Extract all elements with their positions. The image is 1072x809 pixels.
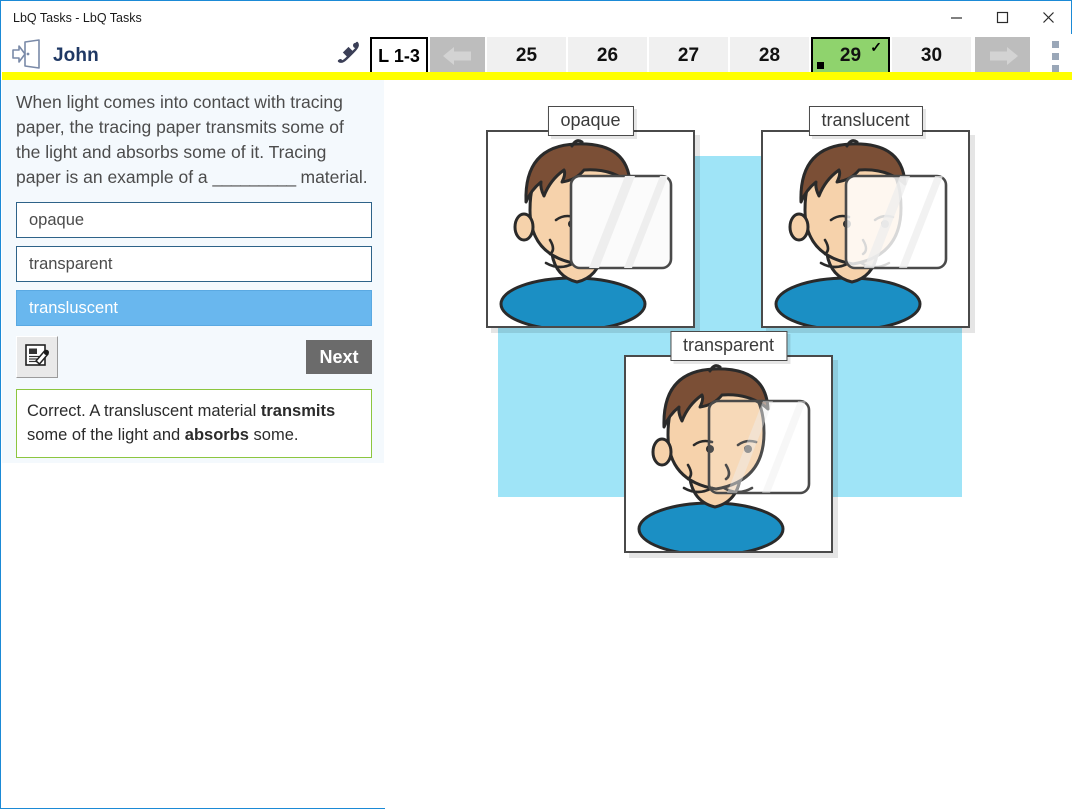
answer-option-label: transparent: [29, 255, 112, 274]
question-tab-25[interactable]: 25: [487, 37, 566, 75]
question-tab-26[interactable]: 26: [568, 37, 647, 75]
notepad-button[interactable]: [16, 336, 58, 378]
answer-option-label: transluscent: [29, 299, 118, 318]
answer-option-transluscent[interactable]: transluscent: [16, 290, 372, 326]
feedback-message: Correct. A transluscent material transmi…: [16, 389, 372, 458]
kebab-dot-icon: [1052, 41, 1059, 48]
app-window: LbQ Tasks - LbQ Tasks John: [0, 0, 1072, 809]
opaque-figure: [488, 132, 693, 326]
user-zone: John: [2, 38, 328, 75]
card-label-translucent: translucent: [808, 106, 922, 136]
question-tab-30[interactable]: 30: [892, 37, 971, 75]
title-bar: LbQ Tasks - LbQ Tasks: [1, 1, 1071, 34]
card-label-transparent: transparent: [670, 331, 787, 361]
question-tab-27[interactable]: 27: [649, 37, 728, 75]
next-button[interactable]: Next: [306, 340, 372, 374]
nav-back-button[interactable]: [430, 37, 485, 75]
action-row: Next: [16, 336, 372, 378]
notepad-pencil-icon: [23, 341, 51, 374]
feedback-mid: some of the light and: [27, 426, 185, 444]
exit-door-icon[interactable]: [10, 38, 44, 75]
transparent-figure: [626, 357, 831, 551]
question-text: When light comes into contact with traci…: [16, 90, 368, 190]
user-name: John: [53, 45, 99, 67]
card-label-opaque: opaque: [547, 106, 633, 136]
question-panel: When light comes into contact with traci…: [2, 80, 384, 463]
question-tab-29[interactable]: 29 ✓: [811, 37, 890, 75]
feedback-bold-absorbs: absorbs: [185, 426, 249, 444]
maximize-button[interactable]: [979, 1, 1025, 34]
question-tab-label: 25: [516, 45, 537, 67]
question-nav: L 1-3 25 26 27 28 29 ✓ 30: [370, 37, 1072, 75]
answer-option-opaque[interactable]: opaque: [16, 202, 372, 238]
translucent-figure: [763, 132, 968, 326]
question-tab-label: 30: [921, 45, 942, 67]
question-tab-label: 28: [759, 45, 780, 67]
tab-progress-dot: [817, 62, 824, 69]
answer-options: opaque transparent transluscent: [16, 202, 372, 326]
question-tab-label: 29: [840, 45, 861, 67]
lesson-badge[interactable]: L 1-3: [370, 37, 428, 75]
feedback-lead: Correct. A transluscent material: [27, 402, 261, 420]
question-text-tail: material.: [296, 167, 368, 187]
question-tab-label: 27: [678, 45, 699, 67]
answer-option-label: opaque: [29, 211, 84, 230]
illustration-card-opaque: opaque: [486, 130, 695, 328]
pen-tool[interactable]: [328, 40, 370, 73]
answer-option-transparent[interactable]: transparent: [16, 246, 372, 282]
illustration-stage: opaque translucent: [385, 80, 1072, 809]
kebab-dot-icon: [1052, 53, 1059, 60]
feedback-tail: some.: [249, 426, 299, 444]
close-button[interactable]: [1025, 1, 1071, 34]
illustration-card-transparent: transparent: [624, 355, 833, 553]
question-tab-28[interactable]: 28: [730, 37, 809, 75]
minimize-button[interactable]: [933, 1, 979, 34]
window-title: LbQ Tasks - LbQ Tasks: [1, 11, 142, 25]
pen-icon: [336, 40, 362, 73]
question-blank: _________: [213, 167, 296, 187]
tab-correct-check-icon: ✓: [870, 40, 882, 54]
more-options-button[interactable]: [1038, 37, 1072, 75]
nav-forward-button[interactable]: [975, 37, 1030, 75]
question-tab-label: 26: [597, 45, 618, 67]
window-controls: [933, 1, 1071, 34]
illustration-card-translucent: translucent: [761, 130, 970, 328]
progress-bar: [2, 72, 1072, 80]
kebab-dot-icon: [1052, 65, 1059, 72]
feedback-bold-transmits: transmits: [261, 402, 335, 420]
